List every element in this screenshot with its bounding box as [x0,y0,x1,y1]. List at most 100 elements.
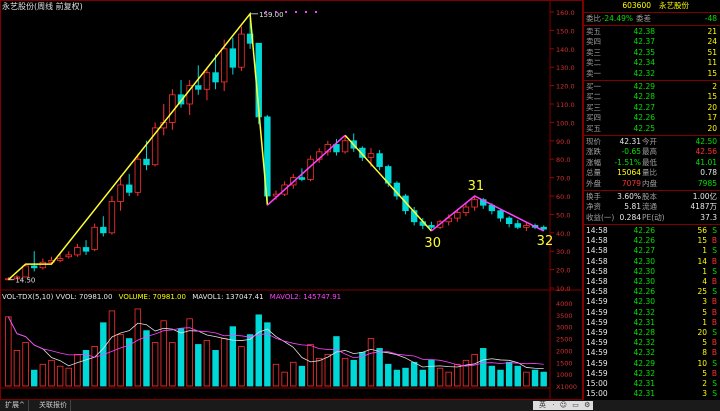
candle-body [143,158,150,166]
stat-value: 7985 [697,178,717,188]
tick-direction: S [712,226,717,235]
volume-bar [393,369,401,387]
tick-direction: B [711,348,717,358]
bid-price: 42.28 [633,92,655,102]
tick-volume: 3 [702,389,707,399]
ime-toolbar[interactable]: 英 · ☺ ▭ ⚙ [533,401,593,410]
price-axis-label: 60.0 [556,193,570,201]
tick-row[interactable]: 14:59 42.32 5 B [584,338,720,348]
volume-bar [56,365,64,387]
volume-bar [410,361,418,387]
ask-row: 卖一 42.32 15 [584,69,720,79]
price-axis-label: 70.0 [556,175,570,183]
volume-bar [203,340,211,387]
stat-label: 总量 [586,168,601,178]
tick-row[interactable]: 14:59 42.32 8 B [584,348,720,358]
volume-bar [428,359,435,387]
ime-emoji-icon[interactable]: ☺ [560,401,567,409]
tick-time: 14:58 [586,226,608,235]
chart-border [0,0,583,400]
stat-value: -0.65 [621,147,641,157]
wave-label: 30 [424,236,441,251]
ime-punct-icon[interactable]: · [552,401,554,409]
tick-row[interactable]: 14:59 42.29 10 S [584,359,720,369]
signal-dot [285,11,287,13]
tick-direction: B [711,297,717,307]
tick-price: 42.30 [633,266,655,276]
tick-row[interactable]: 14:58 42.30 1 S [584,267,720,277]
tick-volume: 14 [697,256,707,266]
ime-keyboard-icon[interactable]: ▭ [572,401,579,409]
volume-bar [220,338,228,387]
candle-body [341,140,349,153]
stat-label: 内盘 [642,178,657,188]
candle-body [212,72,219,83]
tick-time: 15:00 [586,379,608,388]
ask-label: 卖三 [586,47,601,57]
bid-row: 买五 42.25 20 [584,124,720,134]
stock-name: 永艺股份 [659,1,689,10]
candle-body [195,85,202,90]
volume-bar [238,346,245,387]
stat-label: 最低 [642,157,657,167]
tick-row[interactable]: 14:58 42.30 4 B [584,277,720,287]
volume-value: VOLUME: 70981.00 [118,293,186,301]
stat-label: 现价 [586,137,601,146]
tick-row[interactable]: 14:59 42.31 1 B [584,318,720,328]
fundamental-label: 换手 [586,192,601,201]
tick-row[interactable]: 14:58 42.30 14 B [584,257,720,267]
tick-row[interactable]: 14:59 42.32 5 B [584,369,720,379]
ime-language-icon[interactable]: 英 [539,401,546,409]
quote-panel: 603600 永艺股份 委比 -24.49% 委差 -48 卖五 42.38 21 卖四 42.37… [583,0,720,404]
tick-time: 14:58 [586,287,608,297]
fundamental-row: 收益(一) 0.284 PE(动) 37.3 [584,213,720,223]
tick-volume: 5 [702,368,707,378]
ask-label: 卖五 [586,27,601,36]
tick-direction: B [711,338,717,348]
candle-body [298,177,306,180]
tick-time: 14:58 [586,266,608,276]
tick-row[interactable]: 14:59 42.30 3 B [584,297,720,307]
tick-row[interactable]: 14:58 42.27 1 S [584,246,720,256]
tick-direction: B [711,307,717,317]
tick-volume: 1 [702,317,707,327]
tick-price: 42.28 [633,328,655,337]
chart-title: 永艺股份(周线 前复权) [2,2,83,11]
tick-direction: B [711,236,717,246]
tick-row[interactable]: 14:59 42.32 5 B [584,308,720,318]
tab-extend[interactable]: 扩展^ [2,400,29,411]
tick-row[interactable]: 14:58 42.26 25 S [584,287,720,297]
tick-row[interactable]: 15:00 42.31 3 S [584,389,720,399]
bid-row: 买二 42.28 15 [584,92,720,102]
fundamental-value: 1.00亿 [692,192,717,201]
candle-body [74,247,81,256]
tick-row[interactable]: 14:58 42.26 15 B [584,236,720,246]
bid-row: 买三 42.27 20 [584,103,720,113]
ime-settings-icon[interactable]: ⚙ [584,401,590,409]
tick-time: 14:59 [586,358,608,368]
candle-body [462,206,470,213]
volume-bar [212,350,219,387]
tick-price: 42.30 [633,277,655,286]
candle-body [367,153,375,158]
tick-row[interactable]: 14:59 42.28 20 S [584,328,720,338]
tick-time: 14:59 [586,317,608,327]
volume-axis-label: 1000 [556,371,573,379]
tick-price: 42.31 [633,389,655,399]
volume-bar [117,334,124,387]
volume-bar [307,344,314,387]
tick-row[interactable]: 15:00 42.31 2 S [584,379,720,389]
stat-value: 15064 [617,168,641,178]
tick-direction: B [711,317,717,327]
volume-bar [385,363,392,387]
fundamental-label: 收益(一) [586,212,615,222]
kline-chart[interactable]: 160.0 150.0 140.0 130.0 120.0 110.0 100.0 90.0 8… [0,0,583,400]
tab-related-quote[interactable]: 关联报价 [36,400,71,411]
candle-body [65,254,72,258]
tick-row[interactable]: 14:58 42.26 56 S [584,226,720,236]
chart-area[interactable]: 160.0 150.0 140.0 130.0 120.0 110.0 100.0 90.0 8… [0,0,583,411]
tick-time: 14:58 [586,277,608,286]
price-axis-label: 50.0 [556,211,570,219]
ask-volume: 51 [707,47,717,57]
volume-bar [376,348,383,387]
